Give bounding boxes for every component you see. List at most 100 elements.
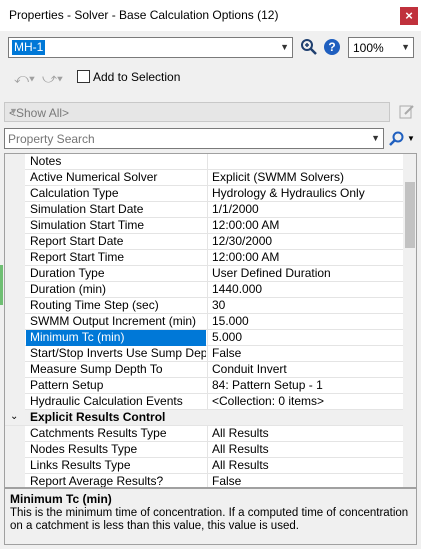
- property-row[interactable]: Links Results Type All Results: [5, 458, 403, 474]
- redo-icon[interactable]: ⤻▾: [42, 70, 68, 86]
- edit-icon[interactable]: [399, 103, 415, 120]
- property-value[interactable]: User Defined Duration: [207, 266, 403, 282]
- category-row[interactable]: ⌄ Explicit Results Control: [5, 410, 403, 426]
- row-gutter: [5, 458, 25, 474]
- property-name: Duration Type: [30, 266, 105, 280]
- property-name: Routing Time Step (sec): [30, 298, 159, 312]
- row-gutter: [5, 378, 25, 394]
- property-value[interactable]: False: [207, 346, 403, 362]
- property-name: Pattern Setup: [30, 378, 104, 392]
- property-row[interactable]: SWMM Output Increment (min) 15.000: [5, 314, 403, 330]
- property-name: Report Start Date: [30, 234, 124, 248]
- property-value[interactable]: <Collection: 0 items>: [207, 394, 403, 410]
- property-name: SWMM Output Increment (min): [30, 314, 197, 328]
- row-gutter: [5, 202, 25, 218]
- search-icon[interactable]: [389, 131, 405, 147]
- property-value[interactable]: 1/1/2000: [207, 202, 403, 218]
- chevron-down-icon[interactable]: ▼: [9, 106, 386, 116]
- zoom-selector[interactable]: 100% ▼: [348, 37, 414, 58]
- property-name: Notes: [30, 154, 62, 168]
- row-gutter: [5, 394, 25, 410]
- property-value[interactable]: All Results: [207, 426, 403, 442]
- property-name: Measure Sump Depth To: [30, 362, 163, 376]
- row-gutter: [5, 346, 25, 362]
- property-row[interactable]: Catchments Results Type All Results: [5, 426, 403, 442]
- row-gutter: [5, 186, 25, 202]
- property-value[interactable]: 84: Pattern Setup - 1: [207, 378, 403, 394]
- property-row[interactable]: Calculation Type Hydrology & Hydraulics O…: [5, 186, 403, 202]
- chevron-down-icon[interactable]: ▼: [280, 42, 289, 52]
- property-value[interactable]: Hydrology & Hydraulics Only: [207, 186, 403, 202]
- property-name: Report Start Time: [30, 250, 125, 264]
- property-row[interactable]: Start/Stop Inverts Use Sump Depth False: [5, 346, 403, 362]
- property-name: Report Average Results?: [30, 474, 164, 488]
- element-selector[interactable]: MH-1 ▼: [8, 37, 293, 58]
- undo-icon[interactable]: ⤺▾: [14, 70, 40, 86]
- property-row[interactable]: Report Start Date 12/30/2000: [5, 234, 403, 250]
- help-icon[interactable]: ?: [324, 39, 340, 55]
- property-name: Simulation Start Date: [30, 202, 144, 216]
- property-name: Hydraulic Calculation Events: [30, 394, 183, 408]
- property-value[interactable]: 1440.000: [207, 282, 403, 298]
- add-to-selection-checkbox[interactable]: [77, 70, 90, 83]
- property-value[interactable]: [207, 410, 403, 426]
- property-name: Simulation Start Time: [30, 218, 145, 232]
- property-value[interactable]: 5.000: [207, 330, 403, 346]
- row-gutter: [5, 234, 25, 250]
- search-options-dropdown[interactable]: ▼: [407, 134, 415, 143]
- scrollbar-thumb[interactable]: [405, 182, 415, 248]
- property-row[interactable]: Measure Sump Depth To Conduit Invert: [5, 362, 403, 378]
- property-name: Minimum Tc (min): [26, 330, 206, 346]
- property-name: Explicit Results Control: [30, 410, 166, 424]
- property-value[interactable]: 30: [207, 298, 403, 314]
- property-row[interactable]: Nodes Results Type All Results: [5, 442, 403, 458]
- property-row[interactable]: Hydraulic Calculation Events <Collection:…: [5, 394, 403, 410]
- property-name: Calculation Type: [30, 186, 119, 200]
- property-value[interactable]: Explicit (SWMM Solvers): [207, 170, 403, 186]
- close-icon[interactable]: ×: [400, 7, 418, 25]
- row-gutter: [5, 314, 25, 330]
- property-row[interactable]: Simulation Start Time 12:00:00 AM: [5, 218, 403, 234]
- row-gutter: [5, 426, 25, 442]
- chevron-down-icon[interactable]: ▼: [401, 42, 410, 52]
- row-gutter: [5, 330, 25, 346]
- property-value[interactable]: 12/30/2000: [207, 234, 403, 250]
- property-row[interactable]: Active Numerical Solver Explicit (SWMM So…: [5, 170, 403, 186]
- zoom-value: 100%: [353, 41, 384, 55]
- property-row[interactable]: Routing Time Step (sec) 30: [5, 298, 403, 314]
- property-value[interactable]: 12:00:00 AM: [207, 218, 403, 234]
- property-value[interactable]: [207, 154, 403, 170]
- property-row[interactable]: Simulation Start Date 1/1/2000: [5, 202, 403, 218]
- property-value[interactable]: 15.000: [207, 314, 403, 330]
- collapse-chevron-icon[interactable]: ⌄: [10, 411, 18, 422]
- show-all-dropdown[interactable]: <Show All> ▼: [4, 102, 390, 122]
- property-value[interactable]: 12:00:00 AM: [207, 250, 403, 266]
- title-bar: Properties - Solver - Base Calculation O…: [0, 0, 421, 31]
- property-search[interactable]: ▼: [4, 128, 384, 149]
- chevron-down-icon[interactable]: ▼: [371, 133, 380, 143]
- property-name: Duration (min): [30, 282, 107, 296]
- row-gutter: [5, 362, 25, 378]
- description-panel: Minimum Tc (min) This is the minimum tim…: [4, 488, 417, 545]
- property-value[interactable]: All Results: [207, 442, 403, 458]
- property-row[interactable]: Report Average Results? False: [5, 474, 403, 488]
- property-value[interactable]: All Results: [207, 458, 403, 474]
- property-row[interactable]: Duration (min) 1440.000: [5, 282, 403, 298]
- property-row[interactable]: Report Start Time 12:00:00 AM: [5, 250, 403, 266]
- zoom-icon[interactable]: [300, 38, 318, 56]
- vertical-scrollbar[interactable]: [403, 154, 416, 487]
- property-name: Active Numerical Solver: [30, 170, 158, 184]
- row-gutter: [5, 170, 25, 186]
- property-row[interactable]: Notes: [5, 154, 403, 170]
- property-grid[interactable]: Notes Active Numerical Solver Explicit (SW…: [4, 153, 417, 488]
- property-value[interactable]: False: [207, 474, 403, 487]
- row-gutter: [5, 266, 25, 282]
- window-title: Properties - Solver - Base Calculation O…: [9, 8, 279, 22]
- row-gutter: [5, 154, 25, 170]
- property-value[interactable]: Conduit Invert: [207, 362, 403, 378]
- property-name: Links Results Type: [30, 458, 131, 472]
- property-row[interactable]: Minimum Tc (min) 5.000: [5, 330, 403, 346]
- property-row[interactable]: Duration Type User Defined Duration: [5, 266, 403, 282]
- property-row[interactable]: Pattern Setup 84: Pattern Setup - 1: [5, 378, 403, 394]
- search-input[interactable]: [8, 130, 363, 147]
